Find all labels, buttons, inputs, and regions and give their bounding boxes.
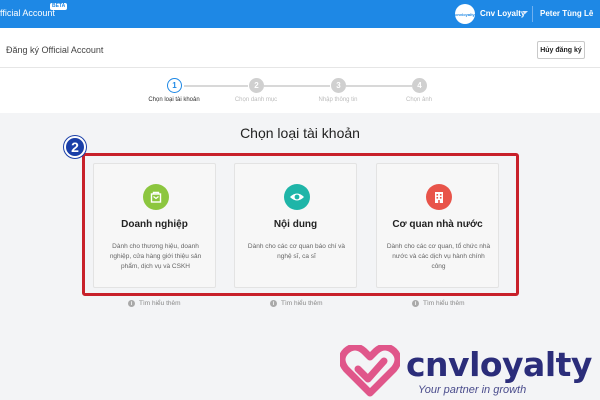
chevron-down-icon[interactable] [522, 11, 528, 14]
page: fficial Account BETA cnvloyalty Cnv Loya… [0, 0, 600, 400]
step-4-label: Chọn ảnh [405, 97, 433, 103]
divider [532, 6, 533, 22]
step-annotation-badge: 2 [64, 136, 86, 158]
step-2-label: Chọn danh mục [234, 97, 278, 103]
step-connector [184, 85, 248, 87]
card-description: Dành cho các cơ quan báo chí và nghệ sĩ,… [247, 243, 346, 260]
info-icon: i [128, 300, 135, 307]
info-icon: i [270, 300, 277, 307]
page-title: Đăng ký Official Account [6, 45, 104, 55]
bag-icon [143, 184, 169, 210]
top-bar: fficial Account BETA cnvloyalty Cnv Loya… [0, 0, 600, 28]
card-description: Dành cho các cơ quan, tổ chức nhà nước v… [386, 243, 491, 270]
watermark-brand: cnvloyalty [406, 345, 592, 384]
cancel-registration-button[interactable]: Hủy đăng ký [537, 41, 585, 59]
learn-more-link-government[interactable]: i Tìm hiểu thêm [412, 300, 465, 307]
step-1-circle[interactable]: 1 [167, 78, 182, 93]
account-type-card-government[interactable]: Cơ quan nhà nước Dành cho các cơ quan, t… [376, 163, 499, 288]
step-1-label: Chọn loại tài khoản [148, 97, 200, 103]
step-connector [346, 85, 412, 87]
step-2-circle: 2 [249, 78, 264, 93]
learn-more-link-content[interactable]: i Tìm hiểu thêm [270, 300, 323, 307]
account-logo[interactable]: cnvloyalty [455, 4, 475, 24]
page-header: Đăng ký Official Account Hủy đăng ký [0, 28, 600, 68]
registration-stepper: 1 2 3 4 Chọn loại tài khoản Chọn danh mụ… [0, 68, 600, 113]
learn-more-label: Tìm hiểu thêm [139, 300, 181, 307]
step-connector [264, 85, 330, 87]
step-3-label: Nhập thông tin [318, 97, 358, 103]
account-type-card-business[interactable]: Doanh nghiệp Dành cho thương hiệu, doanh… [93, 163, 216, 288]
card-description: Dành cho thương hiệu, doanh nghiệp, cửa … [109, 243, 202, 270]
beta-badge: BETA [50, 3, 68, 10]
step-4-circle: 4 [412, 78, 427, 93]
learn-more-label: Tìm hiểu thêm [423, 300, 465, 307]
watermark-tagline: Your partner in growth [418, 384, 527, 396]
heart-logo-icon [340, 345, 400, 397]
cnvloyalty-watermark: cnvloyalty Your partner in growth [340, 343, 600, 400]
account-type-card-content[interactable]: Nội dung Dành cho các cơ quan báo chí và… [234, 163, 357, 288]
learn-more-label: Tìm hiểu thêm [281, 300, 323, 307]
card-title: Cơ quan nhà nước [392, 219, 483, 230]
user-name[interactable]: Peter Tùng Lê [540, 9, 593, 18]
card-title: Nội dung [273, 219, 318, 230]
step-3-circle: 3 [331, 78, 346, 93]
building-icon [426, 184, 452, 210]
learn-more-link-business[interactable]: i Tìm hiểu thêm [128, 300, 181, 307]
content-icon [284, 184, 310, 210]
app-title: fficial Account [0, 8, 55, 18]
info-icon: i [412, 300, 419, 307]
account-name[interactable]: Cnv Loyalty [480, 9, 525, 18]
section-heading: Chọn loại tài khoản [240, 125, 360, 141]
card-title: Doanh nghiệp [121, 219, 188, 230]
